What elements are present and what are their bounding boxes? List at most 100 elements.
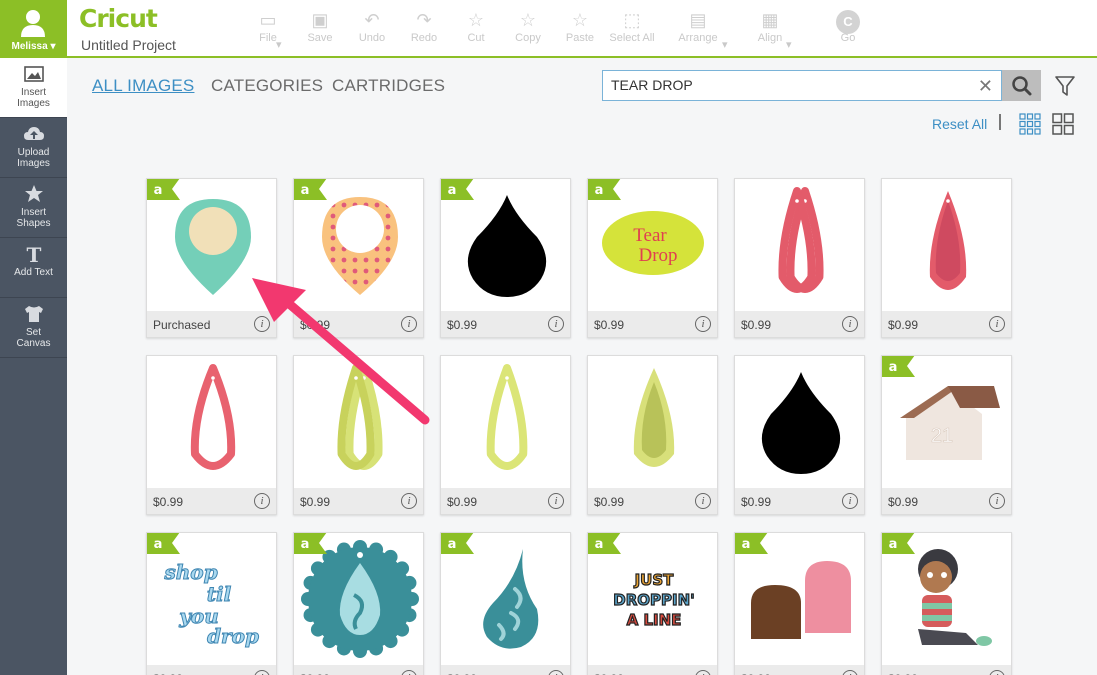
sidebar-item-upload-images[interactable]: Upload Images [0, 118, 67, 178]
search-input[interactable] [611, 77, 961, 93]
search-button[interactable] [1002, 70, 1041, 101]
card-footer: $0.99 i [588, 488, 717, 514]
image-card-teal-scallop-drop[interactable]: a $0.99i [293, 532, 424, 675]
toolbar-save-button[interactable]: ▣ Save [290, 8, 350, 44]
tab-all-images[interactable]: ALL IMAGES [92, 76, 194, 96]
info-icon[interactable]: i [254, 670, 270, 675]
image-thumbnail [337, 364, 383, 470]
image-card-red-loop-double[interactable]: $0.99 i [734, 178, 865, 338]
image-card-gumdrops[interactable]: a $0.99i [734, 532, 865, 675]
image-card-red-loop[interactable]: $0.99 i [146, 355, 277, 515]
price-label: $0.99 [888, 495, 919, 509]
project-title[interactable]: Untitled Project [81, 37, 176, 53]
image-card-girl-character[interactable]: a $0.99i [881, 532, 1012, 675]
tab-categories[interactable]: CATEGORIES [211, 76, 323, 96]
reset-all-link[interactable]: Reset All [932, 116, 987, 132]
info-icon[interactable]: i [989, 316, 1005, 332]
toolbar-file-button[interactable]: ▭ File ▾ [238, 8, 298, 51]
info-icon[interactable]: i [842, 493, 858, 509]
cricut-logo: Cricut [79, 4, 158, 33]
image-card-teal-drop-swirl[interactable]: a $0.99i [440, 532, 571, 675]
filter-icon[interactable] [1054, 74, 1076, 98]
search-icon [1012, 76, 1032, 96]
small-grid-view-icon[interactable] [1019, 113, 1041, 135]
info-icon[interactable]: i [254, 316, 270, 332]
price-label: Purchased [153, 318, 211, 332]
price-label: $0.99 [447, 495, 478, 509]
image-card-green-loop-double[interactable]: $0.99 i [293, 355, 424, 515]
info-icon[interactable]: i [254, 493, 270, 509]
card-footer: $0.99 i [735, 311, 864, 337]
image-icon [23, 66, 44, 82]
price-label: $0.99 [300, 318, 331, 332]
image-card-green-loop-filled[interactable]: $0.99 i [587, 355, 718, 515]
info-icon[interactable]: i [695, 493, 711, 509]
access-badge-icon: a [147, 179, 180, 200]
image-card-red-loop-filled[interactable]: $0.99 i [881, 178, 1012, 338]
caret-down-icon: ▾ [50, 41, 56, 52]
art-text-line: til [207, 582, 232, 606]
image-card-dotted-teardrop[interactable]: a $0.99 i [293, 178, 424, 338]
info-icon[interactable]: i [842, 316, 858, 332]
info-icon[interactable]: i [548, 493, 564, 509]
svg-text:a: a [889, 537, 898, 552]
image-card-green-loop[interactable]: $0.99 i [440, 355, 571, 515]
image-card-teardrop-pin[interactable]: a Purchased i [146, 178, 277, 338]
access-badge-icon: a [294, 179, 327, 200]
toolbar-copy-button[interactable]: ☆ Copy [498, 8, 558, 44]
toolbar-redo-button[interactable]: ↷ Redo [394, 8, 454, 44]
toolbar-cut-button[interactable]: ☆ Cut [446, 8, 506, 44]
info-icon[interactable]: i [695, 316, 711, 332]
shapes-icon [24, 185, 43, 202]
sidebar-item-label: Add Text [14, 267, 53, 278]
user-icon [21, 10, 45, 37]
toolbar-undo-label: Undo [358, 32, 386, 44]
info-icon[interactable]: i [989, 670, 1005, 675]
toolbar-selectall-button[interactable]: ⬚ Select All [602, 8, 662, 44]
info-icon[interactable]: i [989, 493, 1005, 509]
redo-icon: ↷ [416, 10, 432, 30]
info-icon[interactable]: i [401, 670, 417, 675]
sidebar-item-set-canvas[interactable]: Set Canvas [0, 298, 67, 358]
toolbar-undo-button[interactable]: ↶ Undo [342, 8, 402, 44]
left-sidebar: Insert Images Upload Images Insert Shapes T… [0, 58, 67, 675]
toolbar-file-label: File [259, 32, 277, 44]
toolbar-arrange-button[interactable]: ▤ Arrange ▾ [668, 8, 728, 51]
toolbar-arrange-label: Arrange [678, 32, 718, 44]
large-grid-view-icon[interactable] [1052, 113, 1074, 135]
tshirt-icon [24, 306, 43, 322]
info-icon[interactable]: i [842, 670, 858, 675]
toolbar-go-button[interactable]: C Go [818, 8, 878, 44]
user-menu[interactable]: Melissa ▾ [0, 0, 67, 58]
info-icon[interactable]: i [695, 670, 711, 675]
image-thumbnail [778, 187, 824, 293]
info-icon[interactable]: i [401, 493, 417, 509]
sidebar-item-insert-shapes[interactable]: Insert Shapes [0, 178, 67, 238]
cloud-upload-icon [23, 127, 44, 140]
toolbar-align-button[interactable]: ▦ Align ▾ [740, 8, 800, 51]
image-card-black-teardrop-2[interactable]: $0.99 i [734, 355, 865, 515]
image-card-just-droppin-in[interactable]: JUST DROPPIN' A LINE a $0.99i [587, 532, 718, 675]
divider [999, 114, 1001, 130]
floppy-icon: ▣ [311, 10, 329, 30]
access-badge-icon: a [147, 533, 180, 554]
sidebar-item-add-text[interactable]: T Add Text [0, 238, 67, 298]
info-icon[interactable]: i [548, 670, 564, 675]
toolbar-paste-button[interactable]: ☆ Paste [550, 8, 610, 44]
image-card-tear-drop-text[interactable]: Tear Drop a $0.99 i [587, 178, 718, 338]
tab-cartridges[interactable]: CARTRIDGES [332, 76, 445, 96]
price-label: $0.99 [741, 495, 772, 509]
user-name: Melissa [11, 41, 48, 52]
info-icon[interactable]: i [548, 316, 564, 332]
info-icon[interactable]: i [401, 316, 417, 332]
align-icon: ▦ [761, 10, 779, 30]
sidebar-item-insert-images[interactable]: Insert Images [0, 58, 67, 118]
svg-text:a: a [742, 537, 751, 552]
image-card-black-teardrop[interactable]: a $0.99 i [440, 178, 571, 338]
clear-icon[interactable]: ✕ [978, 77, 993, 95]
access-badge-icon: a [441, 533, 474, 554]
image-card-shop-til-you-drop[interactable]: shoptilyoudropa$0.99i [146, 532, 277, 675]
image-card-house-21[interactable]: 21 a $0.99 i [881, 355, 1012, 515]
copy-icon: ☆ [519, 10, 537, 30]
folder-icon: ▭ [259, 10, 277, 30]
